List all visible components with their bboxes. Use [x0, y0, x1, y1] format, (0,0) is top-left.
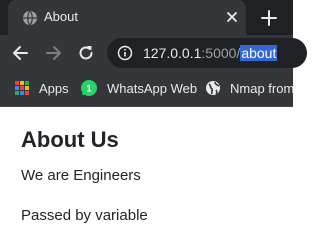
bookmark-apps[interactable]: Apps: [14, 79, 69, 97]
bookmark-label: WhatsApp Web: [107, 80, 198, 96]
apps-grid-icon: [15, 81, 29, 95]
bookmark-nmap[interactable]: Nmap from: [205, 79, 294, 97]
bookmark-label: Nmap from: [230, 80, 295, 96]
browser-chrome: About 127.0.0.1:5000/about Apps 1 WhatsA…: [0, 0, 307, 107]
back-arrow-icon: [13, 46, 28, 60]
address-bar[interactable]: 127.0.0.1:5000/about: [107, 38, 307, 68]
globe-icon: [22, 10, 38, 26]
url-host: 127.0.0.1: [143, 45, 202, 61]
reload-button[interactable]: [76, 43, 96, 63]
new-tab-button[interactable]: [259, 8, 279, 28]
bookmark-label: Apps: [39, 80, 69, 96]
globe-icon: [206, 81, 220, 95]
page-title: About Us: [21, 127, 119, 152]
svg-text:1: 1: [86, 84, 91, 94]
page-text-engineers: We are Engineers: [21, 167, 141, 184]
forward-arrow-icon: [46, 46, 61, 60]
whatsapp-icon: 1: [81, 80, 97, 96]
page-text-variable: Passed by variable: [21, 207, 148, 224]
browser-toolbar: 127.0.0.1:5000/about: [0, 35, 307, 71]
plus-icon: [261, 10, 277, 26]
reload-icon: [79, 46, 93, 60]
url-port: :5000/: [201, 45, 241, 61]
tab-title: About: [44, 9, 78, 24]
page-content: About Us We are Engineers Passed by vari…: [0, 107, 293, 245]
back-button[interactable]: [11, 43, 31, 63]
bookmark-whatsapp-web[interactable]: 1 WhatsApp Web: [80, 79, 197, 97]
close-icon[interactable]: [224, 9, 240, 25]
info-icon[interactable]: [117, 45, 133, 61]
tab-about[interactable]: About: [8, 0, 246, 35]
bookmarks-bar: Apps 1 WhatsApp Web Nmap from: [0, 71, 294, 107]
url-text[interactable]: 127.0.0.1:5000/about: [143, 45, 278, 61]
url-path-selected: about: [240, 45, 278, 61]
forward-button[interactable]: [43, 43, 63, 63]
